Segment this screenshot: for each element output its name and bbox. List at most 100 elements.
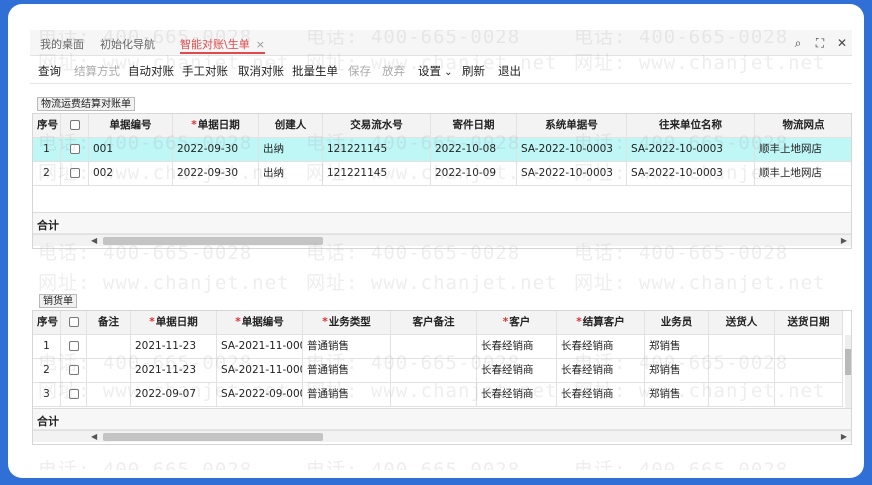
table-cell[interactable] <box>61 162 89 185</box>
table-cell: 普通销售 <box>303 335 391 358</box>
row-checkbox[interactable] <box>69 144 80 154</box>
column-header[interactable]: 交易流水号 <box>323 114 431 137</box>
table-row[interactable]: 3 2022-09-07SA-2022-09-0002普通销售 长春经销商长春经销商… <box>33 383 843 407</box>
column-header-label: 业务类型 <box>328 316 371 328</box>
column-header-label: 序号 <box>37 119 58 131</box>
table-cell: 普通销售 <box>303 359 391 382</box>
column-header[interactable]: 备注 <box>87 311 131 334</box>
column-header[interactable]: 序号 <box>33 114 61 137</box>
select-all-checkbox[interactable] <box>69 120 80 130</box>
column-header[interactable]: *结算客户 <box>557 311 645 334</box>
toolbar-button-6[interactable]: 保存 <box>348 63 371 79</box>
watermark: 网址: www.chanjet.net <box>38 272 290 294</box>
required-marker: * <box>149 316 155 328</box>
column-header[interactable]: 往来单位名称 <box>627 114 755 137</box>
table-cell: 出纳 <box>259 138 323 161</box>
row-checkbox[interactable] <box>68 341 79 351</box>
column-header[interactable]: *业务类型 <box>303 311 391 334</box>
tab-my-desktop[interactable]: 我的桌面 <box>40 36 84 54</box>
table-cell: SA-2022-10-0003 <box>517 162 627 185</box>
table-cell: 2022-09-07 <box>131 383 217 406</box>
vertical-scrollbar[interactable] <box>845 335 851 408</box>
toolbar-button-0[interactable]: 查询 <box>38 63 61 79</box>
toolbar-button-label: 放弃 <box>382 64 405 78</box>
table-cell: SA-2022-10-0003 <box>627 138 755 161</box>
column-header[interactable]: *单据编号 <box>217 311 303 334</box>
table-header-row: 序号 备注 *单据日期 *单据编号 *业务类型 客户备注 *客户 *结算客户 业务员 送货人 送货日… <box>33 311 843 335</box>
table-cell: 长春经销商 <box>557 383 645 406</box>
table-row[interactable]: 2 002 2022-09-30 出纳 121221145 2022-10-09 SA-20… <box>33 162 851 186</box>
table-cell <box>709 383 775 406</box>
column-header[interactable]: *单据日期 <box>131 311 217 334</box>
table-cell <box>391 335 477 358</box>
maximize-icon[interactable]: ⛶ <box>812 35 828 51</box>
toolbar-button-9[interactable]: 刷新 <box>462 63 485 79</box>
column-header <box>61 114 89 137</box>
column-header[interactable]: 系统单据号 <box>517 114 627 137</box>
column-header[interactable]: *客户 <box>477 311 557 334</box>
table-row[interactable]: 1 2021-11-23SA-2021-11-0001普通销售 长春经销商长春经销商… <box>33 335 843 359</box>
table-row[interactable]: 1 001 2022-09-30 出纳 121221145 2022-10-08 SA-20… <box>33 138 851 162</box>
row-checkbox[interactable] <box>69 168 80 178</box>
select-all-checkbox[interactable] <box>68 317 79 327</box>
scroll-thumb[interactable] <box>103 433 323 441</box>
required-marker: * <box>502 316 509 328</box>
column-header[interactable]: 送货人 <box>709 311 775 334</box>
toolbar-button-10[interactable]: 退出 <box>498 63 521 79</box>
toolbar-button-2[interactable]: 自动对账 <box>128 63 174 79</box>
watermark: 电话: 400-665-0028 <box>38 459 253 470</box>
horizontal-scrollbar[interactable]: ◀ ▶ <box>33 430 851 442</box>
tab-smart-reconcile[interactable]: 智能对账\生单 × <box>180 36 265 54</box>
tab-init-guide[interactable]: 初始化导航 <box>100 36 155 54</box>
scroll-thumb[interactable] <box>103 237 323 245</box>
table-cell <box>709 335 775 358</box>
column-header-label: 创建人 <box>274 119 307 131</box>
table-cell[interactable] <box>61 335 87 358</box>
close-icon[interactable]: ✕ <box>834 35 850 51</box>
table-cell: 郑销售 <box>645 335 709 358</box>
column-header[interactable]: 送货日期 <box>775 311 843 334</box>
column-header-label: 客户备注 <box>412 316 455 328</box>
toolbar-button-1[interactable]: 结算方式 <box>74 63 120 79</box>
column-header[interactable]: 寄件日期 <box>431 114 517 137</box>
table-cell <box>391 383 477 406</box>
table-row[interactable]: 2 2021-11-23SA-2021-11-0001普通销售 长春经销商长春经销商… <box>33 359 843 383</box>
column-header[interactable]: 业务员 <box>645 311 709 334</box>
table-cell: 2022-10-09 <box>431 162 517 185</box>
table-cell: SA-2021-11-0001 <box>217 335 303 358</box>
column-header[interactable]: *单据日期 <box>173 114 259 137</box>
search-icon[interactable]: ⌕ <box>790 35 806 51</box>
table-cell: 长春经销商 <box>557 359 645 382</box>
toolbar-button-label: 批量生单 <box>292 64 338 78</box>
scroll-right-icon[interactable]: ▶ <box>841 432 847 441</box>
table-cell[interactable] <box>61 138 89 161</box>
bottom-grid-label: 销货单 <box>39 294 77 308</box>
table-cell: 郑销售 <box>645 383 709 406</box>
table-cell[interactable] <box>61 383 87 406</box>
column-header[interactable]: 创建人 <box>259 114 323 137</box>
horizontal-scrollbar[interactable]: ◀ ▶ <box>33 234 851 246</box>
toolbar-button-8[interactable]: 设置 ⌄ <box>418 63 453 79</box>
column-header[interactable]: 客户备注 <box>391 311 477 334</box>
toolbar-button-5[interactable]: 批量生单 <box>292 63 338 79</box>
scroll-right-icon[interactable]: ▶ <box>841 236 847 245</box>
column-header-label: 备注 <box>98 316 119 328</box>
column-header[interactable]: 物流网点 <box>755 114 851 137</box>
column-header[interactable]: 序号 <box>33 311 61 334</box>
column-header[interactable]: 单据编号 <box>89 114 173 137</box>
table-cell[interactable] <box>61 359 87 382</box>
scroll-thumb[interactable] <box>845 349 851 375</box>
tab-close-icon[interactable]: × <box>256 38 265 51</box>
toolbar-button-7[interactable]: 放弃 <box>382 63 405 79</box>
column-header-label: 单据编号 <box>109 119 152 131</box>
column-header-label: 序号 <box>37 316 58 328</box>
scroll-left-icon[interactable]: ◀ <box>91 236 97 245</box>
row-checkbox[interactable] <box>68 365 79 375</box>
toolbar-button-4[interactable]: 取消对账 <box>238 63 284 79</box>
total-row: 合计 <box>33 212 851 234</box>
table-cell: SA-2022-09-0002 <box>217 383 303 406</box>
row-checkbox[interactable] <box>68 389 79 399</box>
scroll-left-icon[interactable]: ◀ <box>91 432 97 441</box>
toolbar-button-3[interactable]: 手工对账 <box>182 63 228 79</box>
tab-bar: 我的桌面 初始化导航 智能对账\生单 × ⌕ ⛶ ✕ <box>30 30 852 56</box>
